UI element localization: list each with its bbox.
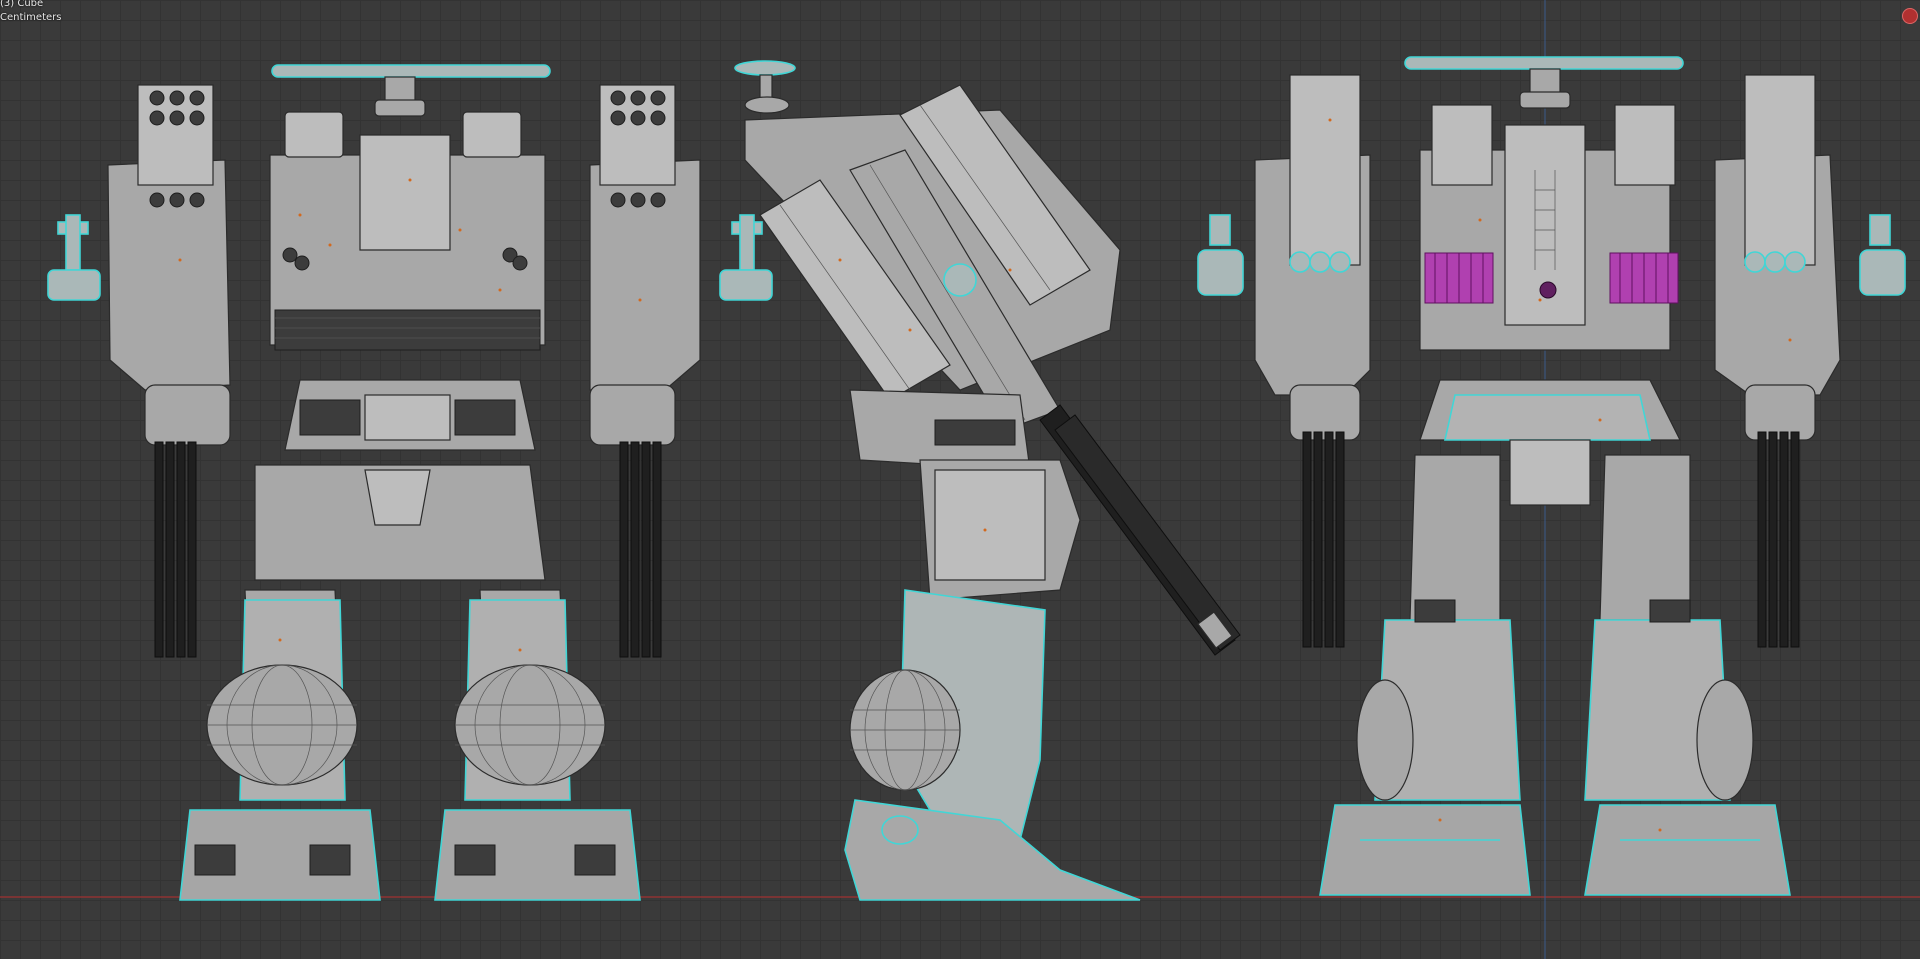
3d-viewport[interactable]: (3) Cube Centimeters <box>0 0 1920 959</box>
scene-canvas[interactable] <box>0 0 1920 959</box>
viewport-info: (3) Cube Centimeters <box>0 0 61 25</box>
side-view[interactable] <box>734 60 1241 901</box>
units-label: Centimeters <box>0 12 62 23</box>
object-info-label: (3) Cube <box>0 0 44 9</box>
record-icon[interactable] <box>1902 8 1918 24</box>
front-view[interactable] <box>1197 56 1906 896</box>
back-view[interactable] <box>47 64 773 901</box>
